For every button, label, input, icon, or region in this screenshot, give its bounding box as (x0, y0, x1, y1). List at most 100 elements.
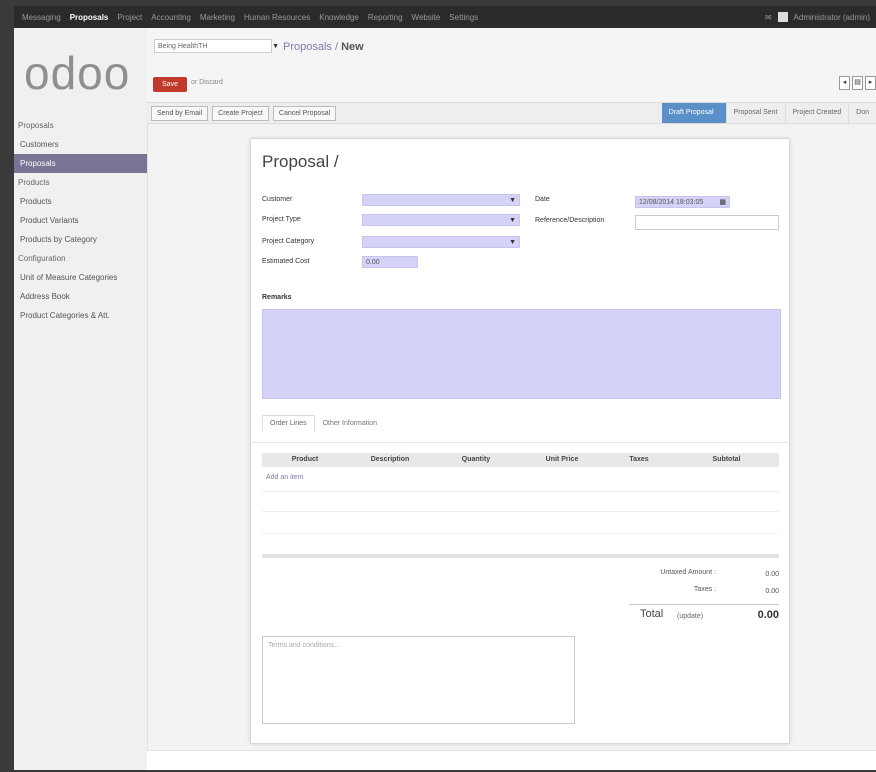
total-value: 0.00 (757, 609, 779, 621)
reference-field[interactable] (635, 215, 779, 230)
form-view-icon[interactable]: ▤ (852, 76, 863, 90)
taxes-label: Taxes : (693, 586, 716, 593)
action-button[interactable]: Cancel Proposal (272, 106, 337, 121)
status-step[interactable]: Don (848, 103, 876, 123)
sidebar-item[interactable]: Products by Category (14, 230, 147, 249)
top-menu-item[interactable]: Proposals (70, 13, 109, 22)
terms-field[interactable]: Terms and conditions... (262, 636, 575, 724)
sidebar-item[interactable]: Products (14, 173, 147, 192)
remarks-label: Remarks (262, 294, 292, 301)
status-step[interactable]: Proposal Sent (725, 103, 785, 123)
sidebar-item[interactable]: Products (14, 192, 147, 211)
sidebar-nav: Proposals Customers Proposals Products Produ… (14, 116, 147, 325)
calendar-icon[interactable]: ▦ (719, 197, 726, 208)
top-menu-item[interactable]: Human Resources (244, 13, 310, 22)
sidebar-item[interactable]: Proposals (14, 116, 147, 135)
project-category-label: Project Category (262, 238, 315, 245)
customer-field[interactable]: ▼ (362, 194, 520, 206)
order-lines-header: Product Description Quantity Unit Price Taxe… (262, 453, 779, 467)
table-row (262, 533, 779, 534)
action-button[interactable]: Send by Email (151, 106, 209, 121)
customer-label: Customer (262, 196, 293, 203)
add-item-link[interactable]: Add an item (266, 474, 303, 481)
top-menu-item[interactable]: Website (412, 13, 441, 22)
control-panel: Being HealthTH ▼ Proposals / New Save or… (147, 28, 876, 108)
tab[interactable]: Other Information (315, 415, 385, 432)
untaxed-amount-label: Untaxed Amount : (660, 569, 716, 576)
chat-icon[interactable]: ✉ (765, 13, 772, 22)
column-header[interactable]: Product (262, 453, 348, 467)
tab-divider (251, 442, 789, 443)
column-header[interactable]: Description (348, 453, 432, 467)
top-menu-item[interactable]: Accounting (151, 13, 191, 22)
estimated-cost-field[interactable]: 0.00 (362, 256, 418, 268)
estimated-cost-label: Estimated Cost (262, 258, 310, 265)
action-button[interactable]: Create Project (212, 106, 269, 121)
form-sheet: Proposal / Customer ▼ Project Type ▼ Pro… (250, 138, 790, 744)
status-bar: Draft Proposal Proposal Sent Project Creat… (661, 103, 876, 123)
database-select[interactable]: Being HealthTH ▼ (154, 39, 279, 53)
total-divider (629, 604, 779, 605)
status-step[interactable]: Draft Proposal (661, 103, 726, 123)
sidebar-item[interactable]: Product Categories & Att. (14, 306, 147, 325)
reference-label: Reference/Description (535, 217, 605, 224)
top-menu-item[interactable]: Messaging (22, 13, 61, 22)
taxes-value: 0.00 (765, 588, 779, 595)
chevron-down-icon: ▼ (272, 43, 279, 50)
top-menu-item[interactable]: Knowledge (319, 13, 359, 22)
table-row (262, 491, 779, 492)
sidebar-item[interactable]: Unit of Measure Categories (14, 268, 147, 287)
column-header[interactable]: Unit Price (520, 453, 604, 467)
date-field[interactable]: 12/08/2014 18:03:05 ▦ (635, 196, 730, 208)
breadcrumb-separator: / (331, 41, 342, 53)
odoo-logo[interactable]: odoo (24, 46, 130, 100)
pager: ◂ ▤ ▸ (839, 76, 876, 90)
remarks-field[interactable] (262, 309, 781, 399)
notebook-tabs: Order Lines Other Information (262, 415, 385, 432)
column-header[interactable]: Quantity (432, 453, 520, 467)
untaxed-amount-value: 0.00 (765, 571, 779, 578)
project-type-field[interactable]: ▼ (362, 214, 520, 226)
action-buttons: Send by Email Create Project Cancel Propos… (151, 106, 337, 121)
user-area: ✉ Administrator (admin) (765, 6, 870, 28)
tab[interactable]: Order Lines (262, 415, 315, 432)
main-menu: Messaging Proposals Project Accounting Marke… (22, 6, 478, 28)
user-name[interactable]: Administrator (admin) (794, 13, 870, 22)
discard-link[interactable]: or Discard (191, 79, 223, 86)
sidebar: odoo Proposals Customers Proposals Products… (14, 28, 148, 770)
next-record-icon[interactable]: ▸ (865, 76, 876, 90)
breadcrumb: Proposals / New (283, 41, 364, 53)
chevron-down-icon: ▼ (509, 217, 516, 224)
page-title: Proposal / (262, 152, 339, 171)
status-step[interactable]: Project Created (784, 103, 849, 123)
total-label: Total (640, 608, 664, 620)
lines-footer-bar (262, 554, 779, 558)
top-menu-item[interactable]: Reporting (368, 13, 403, 22)
save-button[interactable]: Save (153, 77, 187, 92)
sidebar-item[interactable]: Product Variants (14, 211, 147, 230)
top-menu-bar: Messaging Proposals Project Accounting Marke… (14, 6, 876, 28)
app-window: Messaging Proposals Project Accounting Marke… (14, 6, 876, 770)
footer-strip (147, 750, 876, 770)
column-header[interactable]: Taxes (604, 453, 674, 467)
top-menu-item[interactable]: Settings (449, 13, 478, 22)
update-link[interactable]: (update) (677, 613, 703, 620)
action-bar: Send by Email Create Project Cancel Propos… (147, 102, 876, 124)
top-menu-item[interactable]: Project (117, 13, 142, 22)
table-row (262, 511, 779, 512)
date-label: Date (535, 196, 550, 203)
project-type-label: Project Type (262, 216, 301, 223)
sidebar-item[interactable]: Proposals (14, 154, 147, 173)
chevron-down-icon: ▼ (509, 197, 516, 204)
avatar[interactable] (777, 12, 788, 22)
top-menu-item[interactable]: Marketing (200, 13, 235, 22)
sidebar-item[interactable]: Configuration (14, 249, 147, 268)
sidebar-item[interactable]: Customers (14, 135, 147, 154)
previous-record-icon[interactable]: ◂ (839, 76, 850, 90)
sidebar-item[interactable]: Address Book (14, 287, 147, 306)
chevron-down-icon: ▼ (509, 239, 516, 246)
breadcrumb-current: New (341, 41, 364, 53)
project-category-field[interactable]: ▼ (362, 236, 520, 248)
breadcrumb-parent[interactable]: Proposals (283, 41, 332, 53)
column-header[interactable]: Subtotal (674, 453, 779, 467)
